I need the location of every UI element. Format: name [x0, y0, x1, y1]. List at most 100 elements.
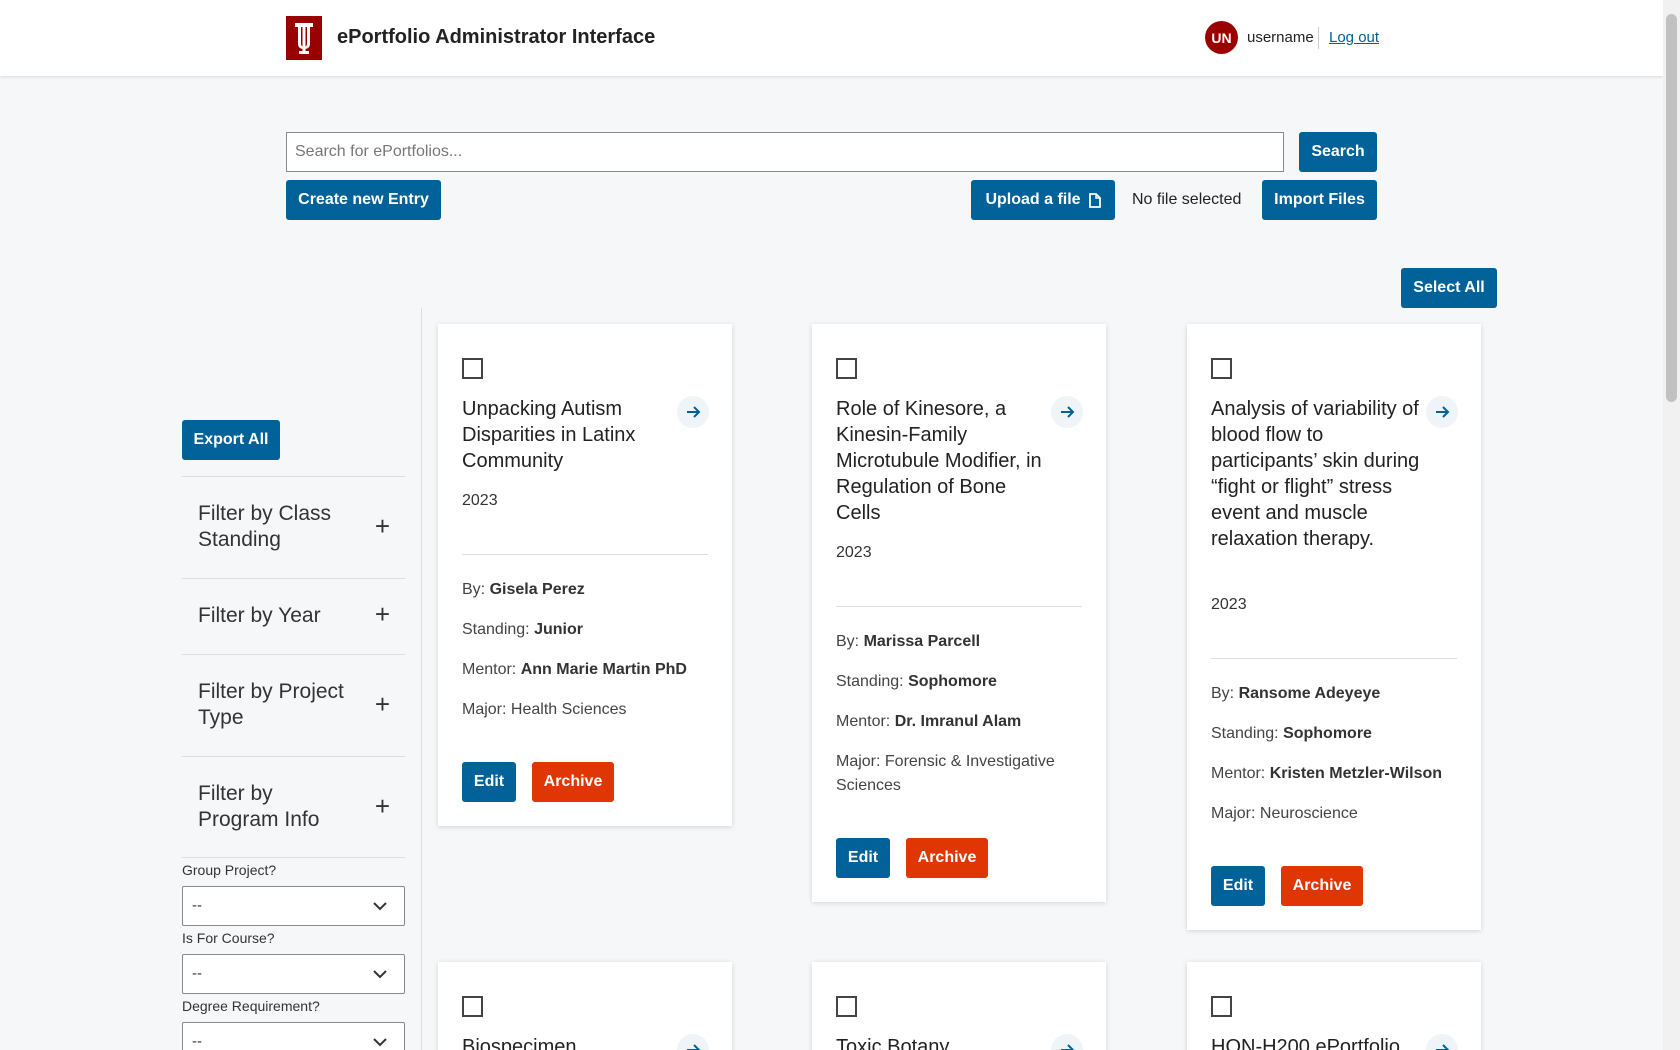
filter-label: Filter by Class Standing	[198, 502, 332, 551]
open-portfolio-button[interactable]	[677, 396, 709, 428]
iu-logo[interactable]	[286, 16, 322, 60]
plus-icon: +	[374, 599, 390, 629]
select-all-button[interactable]: Select All	[1401, 268, 1497, 308]
card-author: By: Ransome Adeyeye	[1211, 682, 1461, 706]
search-button[interactable]: Search	[1299, 132, 1377, 172]
card-checkbox[interactable]	[836, 358, 857, 379]
open-portfolio-button[interactable]	[1051, 396, 1083, 428]
select-value: --	[192, 1033, 202, 1050]
filter-class-standing[interactable]: Filter by Class Standing +	[182, 476, 405, 578]
edit-button[interactable]: Edit	[836, 838, 890, 878]
open-portfolio-button[interactable]	[1051, 1034, 1083, 1050]
filter-project-type[interactable]: Filter by Project Type +	[182, 654, 405, 756]
card-year: 2023	[836, 544, 872, 561]
standing-label: Standing:	[836, 673, 904, 690]
plus-icon: +	[374, 791, 390, 821]
filter-year[interactable]: Filter by Year +	[182, 578, 405, 654]
filter-program-info[interactable]: Filter by Program Info +	[182, 756, 405, 858]
author-name: Ransome Adeyeye	[1238, 685, 1381, 702]
open-portfolio-button[interactable]	[1426, 396, 1458, 428]
card-year: 2023	[1211, 596, 1247, 613]
card-title: Biospecimen	[462, 1036, 577, 1050]
card-checkbox[interactable]	[1211, 996, 1232, 1017]
open-portfolio-button[interactable]	[1426, 1034, 1458, 1050]
standing-value: Sophomore	[1283, 725, 1372, 742]
arrow-right-icon	[1061, 406, 1075, 418]
card-divider	[462, 554, 708, 555]
card-mentor: Mentor: Dr. Imranul Alam	[836, 710, 1086, 734]
by-label: By:	[836, 633, 860, 650]
mentor-name: Dr. Imranul Alam	[894, 713, 1022, 730]
card-divider	[836, 606, 1082, 607]
upload-file-label: Upload a file	[985, 191, 1081, 208]
standing-value: Sophomore	[908, 673, 997, 690]
card-checkbox[interactable]	[1211, 358, 1232, 379]
author-name: Marissa Parcell	[863, 633, 981, 650]
card-title: Role of Kinesore, a Kinesin-Family Micro…	[836, 398, 1042, 524]
avatar[interactable]: UN	[1205, 21, 1238, 54]
standing-label: Standing:	[1211, 725, 1279, 742]
edit-button[interactable]: Edit	[462, 762, 516, 802]
plus-icon: +	[374, 511, 390, 541]
archive-button[interactable]: Archive	[532, 762, 614, 802]
archive-button[interactable]: Archive	[906, 838, 988, 878]
username: username	[1247, 29, 1314, 46]
card-mentor: Mentor: Ann Marie Martin PhD	[462, 658, 712, 682]
is-for-course-select[interactable]: --	[182, 954, 405, 994]
archive-button[interactable]: Archive	[1281, 866, 1363, 906]
card-standing: Standing: Junior	[462, 618, 712, 642]
card-standing: Standing: Sophomore	[1211, 722, 1461, 746]
card-title: HON-H200 ePortfolio	[1211, 1036, 1400, 1050]
search-input[interactable]	[286, 132, 1284, 172]
app-title: ePortfolio Administrator Interface	[337, 26, 656, 48]
header-divider	[1318, 27, 1319, 49]
arrow-right-icon	[687, 406, 701, 418]
portfolio-card: Biospecimen	[438, 962, 732, 1050]
group-project-label: Group Project?	[182, 862, 277, 878]
upload-file-button[interactable]: Upload a file	[971, 180, 1115, 220]
import-files-button[interactable]: Import Files	[1262, 180, 1377, 220]
filter-label: Filter by Project Type	[198, 680, 344, 729]
card-author: By: Marissa Parcell	[836, 630, 1086, 654]
group-project-select[interactable]: --	[182, 886, 405, 926]
logout-link[interactable]: Log out	[1329, 29, 1379, 46]
degree-requirement-select[interactable]: --	[182, 1022, 405, 1050]
chevron-down-icon	[373, 902, 387, 911]
card-title: Analysis of variability of blood flow to…	[1211, 398, 1420, 550]
portfolio-card: Toxic Botany	[812, 962, 1106, 1050]
mentor-label: Mentor:	[462, 661, 517, 678]
scrollbar-thumb[interactable]	[1666, 14, 1677, 402]
sidebar-divider	[421, 308, 422, 1050]
create-entry-button[interactable]: Create new Entry	[286, 180, 441, 220]
standing-value: Junior	[534, 621, 583, 638]
card-author: By: Gisela Perez	[462, 578, 712, 602]
plus-icon: +	[374, 689, 390, 719]
by-label: By:	[462, 581, 486, 598]
select-value: --	[192, 897, 202, 914]
card-title: Unpacking Autism Disparities in Latinx C…	[462, 398, 636, 472]
portfolio-card: Role of Kinesore, a Kinesin-Family Micro…	[812, 324, 1106, 902]
card-mentor: Mentor: Kristen Metzler-Wilson	[1211, 762, 1461, 786]
mentor-label: Mentor:	[836, 713, 891, 730]
card-year: 2023	[462, 492, 498, 509]
export-all-button[interactable]: Export All	[182, 420, 280, 460]
arrow-right-icon	[1436, 406, 1450, 418]
page-scrollbar[interactable]	[1663, 0, 1680, 1050]
by-label: By:	[1211, 685, 1235, 702]
mentor-name: Ann Marie Martin PhD	[520, 661, 687, 678]
major-value: Neuroscience	[1259, 805, 1358, 822]
card-checkbox[interactable]	[462, 358, 483, 379]
open-portfolio-button[interactable]	[677, 1034, 709, 1050]
card-checkbox[interactable]	[836, 996, 857, 1017]
degree-requirement-label: Degree Requirement?	[182, 998, 320, 1014]
card-standing: Standing: Sophomore	[836, 670, 1086, 694]
author-name: Gisela Perez	[489, 581, 585, 598]
chevron-down-icon	[373, 970, 387, 979]
arrow-right-icon	[1061, 1044, 1075, 1050]
card-checkbox[interactable]	[462, 996, 483, 1017]
card-title: Toxic Botany	[836, 1036, 950, 1050]
select-value: --	[192, 965, 202, 982]
portfolio-card: Analysis of variability of blood flow to…	[1187, 324, 1481, 930]
standing-label: Standing:	[462, 621, 530, 638]
edit-button[interactable]: Edit	[1211, 866, 1265, 906]
